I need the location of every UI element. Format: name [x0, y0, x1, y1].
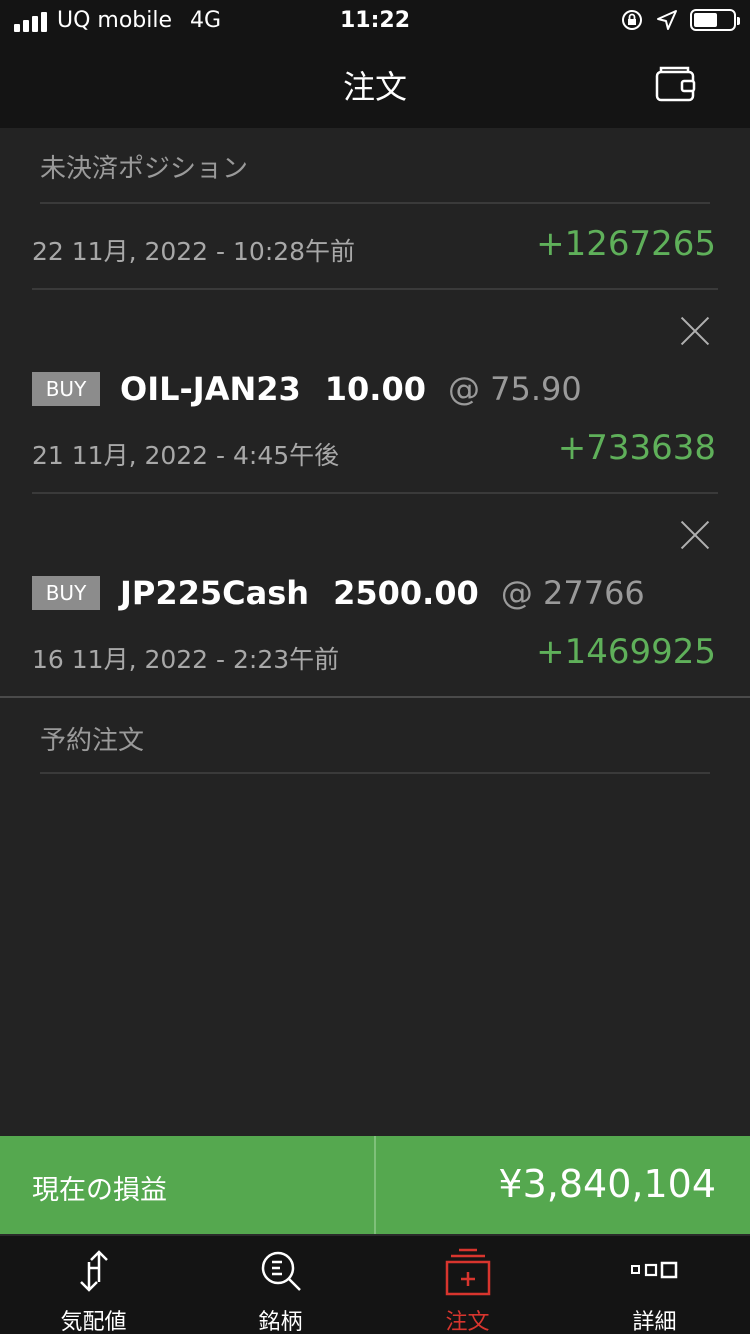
page-title: 注文 — [342, 68, 407, 106]
summary-date: 22 11月, 2022 - 10:28午前 — [32, 237, 356, 266]
position-date: 16 11月, 2022 - 2:23午前 — [32, 645, 340, 674]
divider — [40, 772, 710, 774]
section-divider — [0, 696, 750, 698]
close-position-icon[interactable] — [680, 316, 710, 346]
nav-bar: 注文 — [0, 40, 750, 128]
summary-pl: +1267265 — [536, 224, 716, 264]
orders-content: 未決済ポジション 22 11月, 2022 - 10:28午前 +1267265… — [0, 128, 750, 1136]
position-date: 21 11月, 2022 - 4:45午後 — [32, 441, 340, 470]
position-order-line: BUY OIL-JAN23 10.00 @ 75.90 — [32, 370, 582, 408]
side-badge: BUY — [32, 576, 100, 610]
pl-divider — [374, 1136, 376, 1234]
tab-quotes-label: 気配値 — [60, 1310, 127, 1334]
position-symbol: JP225Cash — [120, 574, 310, 612]
more-dots-icon — [630, 1261, 677, 1279]
tab-symbols-label: 銘柄 — [258, 1310, 303, 1334]
position-price: @ 75.90 — [447, 370, 582, 408]
divider — [32, 288, 718, 290]
pending-orders-header: 予約注文 — [40, 726, 145, 756]
open-positions-header: 未決済ポジション — [40, 154, 249, 184]
search-list-icon — [261, 1251, 301, 1291]
current-pl-bar: 現在の損益 ¥3,840,104 — [0, 1136, 750, 1234]
order-plus-icon — [445, 1248, 490, 1296]
location-arrow-icon — [657, 10, 677, 30]
tab-symbols[interactable]: 銘柄 — [187, 1236, 374, 1334]
position-pl: +733638 — [557, 428, 716, 468]
tab-details-label: 詳細 — [632, 1310, 677, 1334]
position-order-line: BUY JP225Cash 2500.00 @ 27766 — [32, 574, 645, 612]
divider — [40, 202, 710, 204]
close-position-icon[interactable] — [680, 520, 710, 550]
tab-details[interactable]: 詳細 — [561, 1236, 748, 1334]
battery-icon — [690, 9, 740, 31]
quotes-arrows-icon — [79, 1250, 108, 1292]
tab-quotes[interactable]: 気配値 — [0, 1236, 187, 1334]
orientation-lock-icon — [622, 10, 642, 30]
tab-orders[interactable]: 注文 — [374, 1236, 561, 1334]
divider — [32, 492, 718, 494]
current-pl-value: ¥3,840,104 — [498, 1162, 716, 1206]
position-quantity: 2500.00 — [333, 574, 479, 612]
tab-bar: 気配値 銘柄 注文 詳細 — [0, 1234, 750, 1334]
current-pl-label: 現在の損益 — [32, 1175, 167, 1206]
wallet-icon[interactable] — [654, 64, 698, 104]
tab-orders-label: 注文 — [445, 1310, 490, 1334]
status-right — [620, 8, 740, 32]
position-pl: +1469925 — [536, 632, 716, 672]
position-symbol: OIL-JAN23 — [120, 370, 301, 408]
side-badge: BUY — [32, 372, 100, 406]
position-quantity: 10.00 — [324, 370, 426, 408]
status-bar: UQ mobile 4G 11:22 — [0, 0, 750, 40]
position-price: @ 27766 — [500, 574, 645, 612]
